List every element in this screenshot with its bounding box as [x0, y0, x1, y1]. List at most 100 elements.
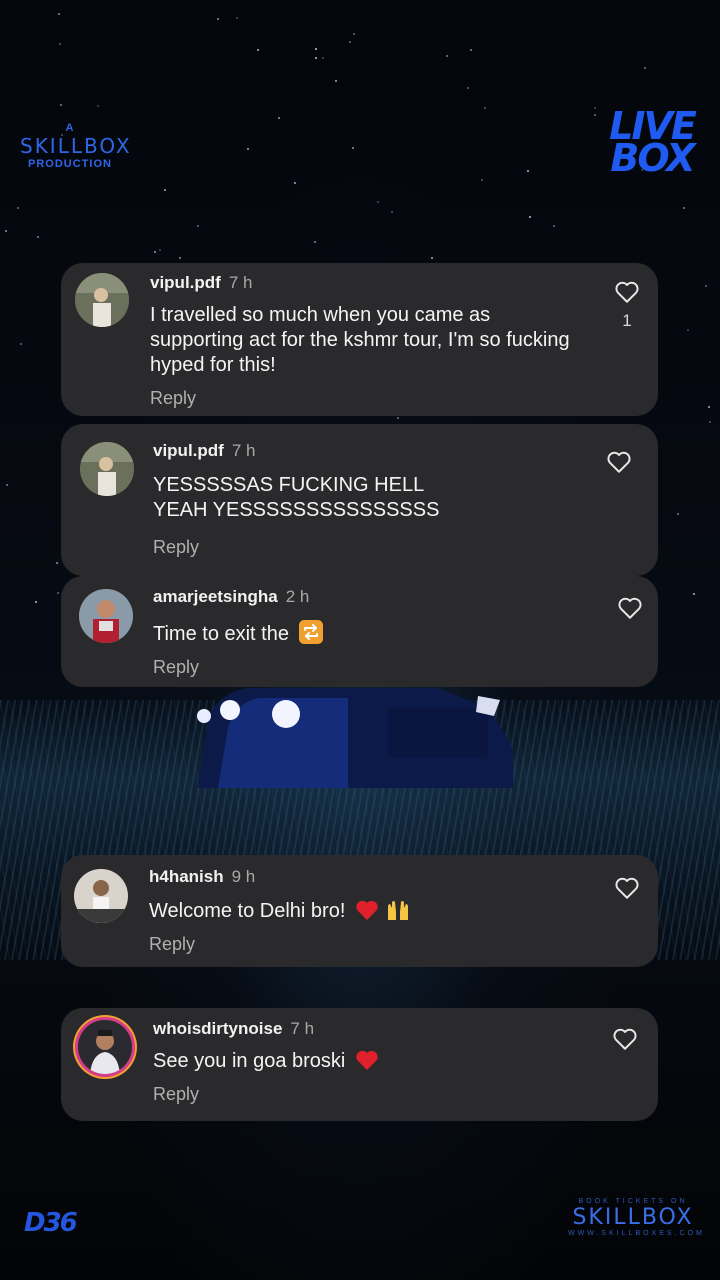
username[interactable]: amarjeetsingha 2 h — [153, 587, 309, 607]
username[interactable]: whoisdirtynoise 7 h — [153, 1019, 314, 1039]
star — [217, 18, 219, 20]
timestamp: 7 h — [290, 1019, 315, 1038]
star — [257, 49, 259, 51]
star — [35, 601, 37, 603]
comment-text: Time to exit the — [153, 620, 453, 647]
comment-text: YESSSSSAS FUCKING HELL YEAH YESSSSSSSSSS… — [153, 474, 440, 521]
auto-rickshaw-image — [197, 688, 513, 788]
star — [60, 104, 62, 106]
reply-button[interactable]: Reply — [150, 388, 196, 409]
star — [154, 251, 156, 253]
avatar[interactable] — [75, 273, 129, 327]
like-heart-icon[interactable] — [614, 280, 640, 304]
skillbox-production-logo: A SKILLBOX PRODUCTION — [20, 122, 132, 170]
comment-text: Welcome to Delhi bro! — [149, 898, 479, 924]
star — [61, 134, 63, 136]
star — [315, 57, 317, 59]
star — [236, 17, 238, 19]
star — [677, 513, 679, 515]
skillbox-tickets-logo: BOOK TICKETS ON SKILLBOX WWW.SKILLBOXES.… — [568, 1198, 705, 1237]
star — [553, 225, 555, 227]
star — [6, 484, 8, 486]
star — [446, 55, 448, 57]
star — [644, 67, 646, 69]
like-heart-icon[interactable] — [612, 1027, 638, 1051]
comment-card: whoisdirtynoise 7 h See you in goa broski… — [61, 1008, 658, 1121]
username[interactable]: vipul.pdf 7 h — [150, 273, 252, 293]
star — [322, 57, 324, 59]
star — [37, 236, 39, 238]
avatar[interactable] — [74, 869, 128, 923]
star — [484, 107, 486, 109]
timestamp: 7 h — [231, 441, 256, 460]
star — [164, 189, 166, 191]
star — [314, 241, 316, 243]
red-heart-emoji-icon — [356, 900, 378, 920]
star — [197, 225, 199, 227]
star — [470, 49, 472, 51]
comment-card: amarjeetsingha 2 h Time to exit the Reply — [61, 576, 658, 687]
star — [349, 41, 351, 43]
timestamp: 7 h — [228, 273, 253, 292]
reply-button[interactable]: Reply — [153, 1084, 199, 1105]
timestamp: 2 h — [285, 587, 310, 606]
like-count: 1 — [622, 311, 632, 330]
star — [594, 114, 596, 116]
red-heart-emoji-icon — [356, 1050, 378, 1070]
comment-text: See you in goa broski — [153, 1049, 453, 1074]
star — [708, 406, 710, 408]
star — [641, 169, 643, 171]
star — [431, 257, 433, 259]
star — [315, 48, 317, 50]
star — [709, 421, 711, 423]
reply-button[interactable]: Reply — [149, 934, 195, 955]
livebox-logo: LIVE BOX — [609, 104, 697, 180]
d36-logo: D36 — [24, 1208, 78, 1238]
timestamp: 9 h — [231, 867, 256, 886]
star — [353, 33, 355, 35]
star — [352, 147, 354, 149]
star — [529, 216, 531, 218]
avatar-story-ring[interactable] — [78, 1020, 132, 1074]
username[interactable]: vipul.pdf 7 h — [153, 441, 255, 461]
star — [391, 211, 393, 213]
star — [705, 285, 707, 287]
star — [335, 80, 337, 82]
comment-card: vipul.pdf 7 h I travelled so much when yo… — [61, 263, 658, 416]
like-heart-icon[interactable] — [614, 876, 640, 900]
repeat-emoji-icon — [298, 620, 323, 644]
reply-button[interactable]: Reply — [153, 537, 199, 558]
star — [377, 201, 379, 203]
like-heart-icon[interactable] — [617, 596, 643, 620]
star — [97, 105, 99, 107]
username[interactable]: h4hanish 9 h — [149, 867, 255, 887]
star — [59, 43, 61, 45]
like-heart-icon[interactable] — [606, 450, 632, 474]
star — [397, 417, 399, 419]
star — [58, 13, 60, 15]
comment-card: vipul.pdf 7 h YESSSSSAS FUCKING HELL YEAH… — [61, 424, 658, 576]
star — [17, 207, 19, 209]
star — [594, 107, 596, 109]
star — [278, 117, 280, 119]
star — [294, 182, 296, 184]
raised-hands-emoji-icon — [387, 901, 408, 920]
star — [159, 249, 161, 251]
star — [179, 257, 181, 259]
star — [57, 592, 59, 594]
reply-button[interactable]: Reply — [153, 657, 199, 678]
comment-card: h4hanish 9 h Welcome to Delhi bro! Reply — [61, 855, 658, 967]
avatar[interactable] — [79, 589, 133, 643]
star — [693, 593, 695, 595]
star — [527, 170, 529, 172]
star — [687, 329, 689, 331]
star — [20, 343, 22, 345]
star — [481, 179, 483, 181]
star — [247, 148, 249, 150]
star — [56, 562, 58, 564]
comment-text: I travelled so much when you came as sup… — [150, 304, 570, 376]
star — [5, 230, 7, 232]
star — [467, 87, 469, 89]
avatar[interactable] — [80, 442, 134, 496]
star — [683, 207, 685, 209]
